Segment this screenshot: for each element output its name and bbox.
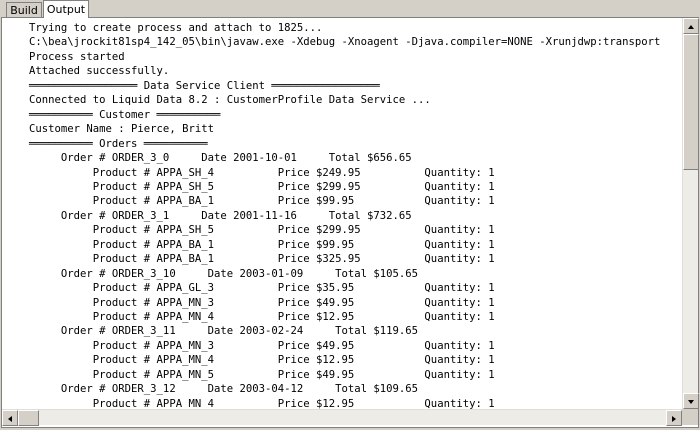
output-line: Process started	[29, 50, 125, 63]
output-line: ═════════════════ Data Service Client ══…	[29, 79, 380, 92]
output-line: Order # ORDER_3_11 Date 2003-02-24 Total…	[29, 325, 419, 338]
scroll-down-button[interactable]	[683, 393, 699, 409]
horizontal-scroll-thumb[interactable]	[18, 410, 39, 426]
scrollbar-corner	[682, 409, 698, 425]
scroll-left-button[interactable]	[2, 410, 18, 426]
output-line: Product # APPA_MN_4 Price $12.95 Quantit…	[29, 311, 495, 323]
output-line: Order # ORDER_3_12 Date 2003-04-12 Total…	[29, 383, 419, 396]
output-line: Product # APPA_BA_1 Price $99.95 Quantit…	[29, 238, 495, 251]
output-line: Product # APPA_SH_5 Price $299.95 Quanti…	[29, 224, 495, 237]
output-line: Product # APPA_MN_5 Price $49.95 Quantit…	[29, 368, 495, 381]
output-line: Product # APPA_MN_3 Price $49.95 Quantit…	[29, 339, 495, 352]
output-line: Order # ORDER_3_1 Date 2001-11-16 Total …	[29, 209, 412, 222]
output-line: Product # APPA_MN_4 Price $12.95 Quantit…	[29, 354, 495, 367]
output-line: C:\bea\jrockit81sp4_142_05\bin\javaw.exe…	[29, 36, 661, 49]
output-line: Trying to create process and attach to 1…	[29, 22, 323, 34]
output-line: Attached successfully.	[29, 65, 170, 78]
output-line: Product # APPA_BA_1 Price $325.95 Quanti…	[29, 253, 495, 266]
output-line: Customer Name : Pierce, Britt	[29, 123, 214, 136]
output-line: Connected to Liquid Data 8.2 : CustomerP…	[29, 94, 431, 107]
triangle-right-icon	[672, 416, 676, 422]
output-panel: Trying to create process and attach to 1…	[1, 17, 699, 428]
triangle-left-icon	[8, 416, 12, 422]
tab-output[interactable]: Output	[43, 0, 89, 18]
output-line: ══════════ Orders ══════════	[29, 137, 208, 150]
output-line: Product # APPA_BA_1 Price $99.95 Quantit…	[29, 195, 495, 208]
output-line: Order # ORDER_3_0 Date 2001-10-01 Total …	[29, 152, 412, 165]
output-line: Product # APPA_MN_3 Price $49.95 Quantit…	[29, 296, 495, 309]
output-line: Order # ORDER_3_10 Date 2003-01-09 Total…	[29, 267, 419, 280]
output-line: Product # APPA_GL_3 Price $35.95 Quantit…	[29, 282, 495, 295]
output-line: Product # APPA_SH_4 Price $249.95 Quanti…	[29, 166, 495, 179]
output-line: ══════════ Customer ══════════	[29, 108, 221, 121]
vertical-scroll-thumb[interactable]	[683, 34, 699, 170]
tab-bar: Build Output	[0, 0, 700, 18]
output-console[interactable]: Trying to create process and attach to 1…	[2, 18, 682, 409]
triangle-up-icon	[688, 25, 694, 29]
tab-build[interactable]: Build	[6, 2, 42, 17]
scroll-right-button[interactable]	[666, 410, 682, 426]
scroll-up-button[interactable]	[683, 18, 699, 34]
horizontal-scrollbar[interactable]	[2, 409, 682, 426]
output-line: Product # APPA_MN_4 Price $12.95 Quantit…	[29, 397, 495, 409]
output-line: Product # APPA_SH_5 Price $299.95 Quanti…	[29, 180, 495, 193]
vertical-scrollbar[interactable]	[682, 18, 699, 409]
triangle-down-icon	[688, 400, 694, 404]
